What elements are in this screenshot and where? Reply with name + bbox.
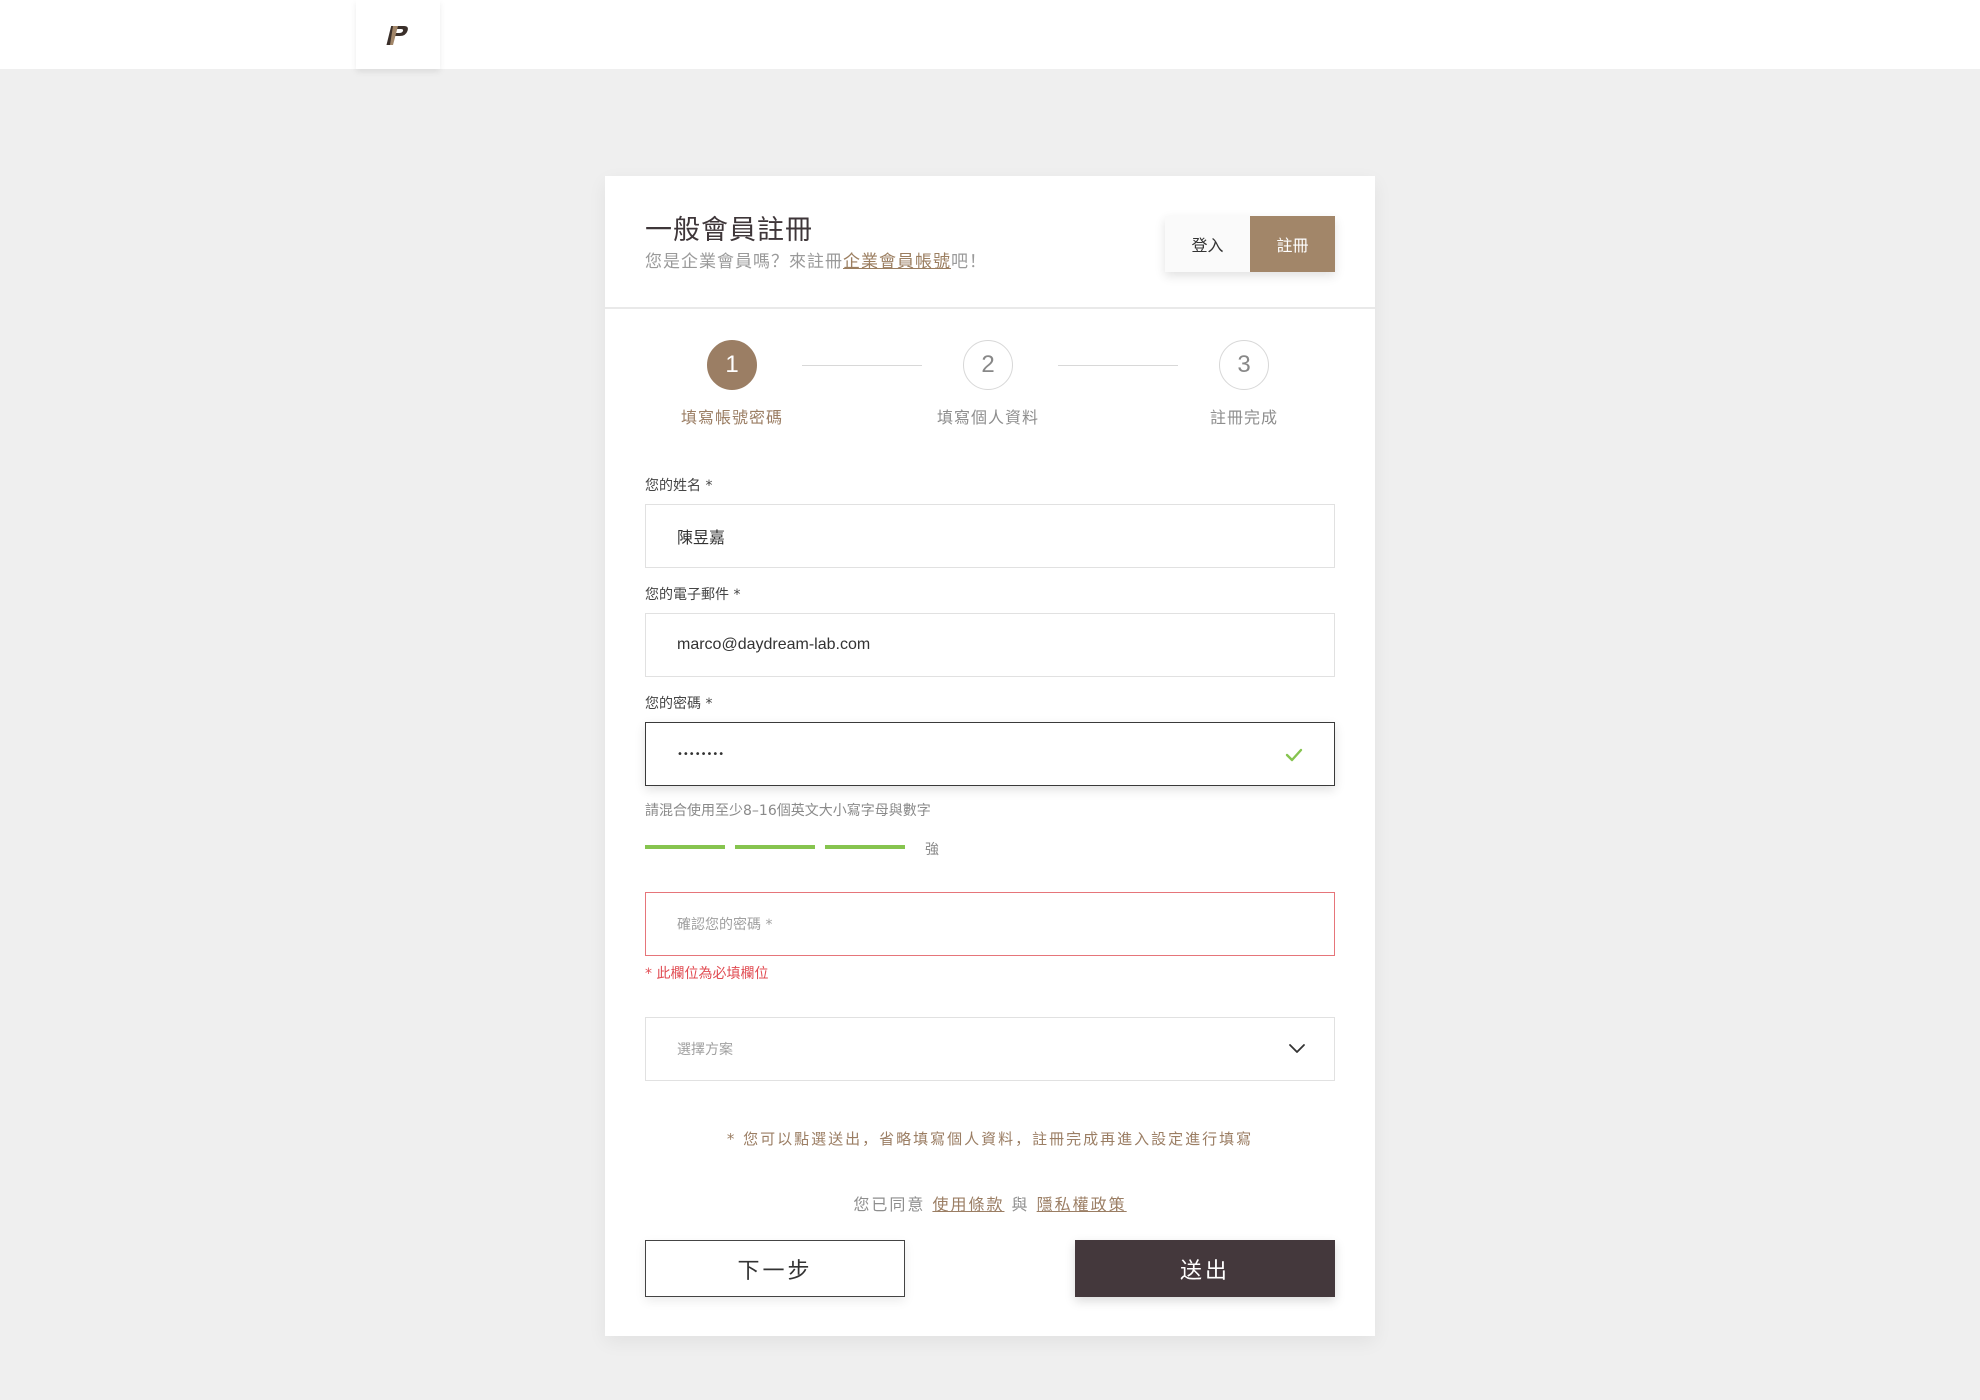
login-tab[interactable]: 登入 [1165,216,1250,272]
chevron-down-icon [1289,1044,1305,1053]
page-subtitle: 您是企業會員嗎？來註冊企業會員帳號吧！ [645,247,987,272]
step-2: 2 填寫個人資料 [913,340,1063,428]
progress-steps: 1 填寫帳號密碼 2 填寫個人資料 3 註冊完成 [605,340,1375,440]
password-label: 您的密碼 * [645,696,713,712]
password-strength-meter: 強 [645,839,1045,859]
email-field[interactable]: marco@daydream-lab.com [645,613,1335,677]
step-label: 註冊完成 [1209,408,1278,427]
plan-select[interactable]: 選擇方案 [645,1017,1335,1081]
confirm-password-placeholder: 確認您的密碼 * [677,917,773,933]
password-hint: 請混合使用至少8–16個英文大小寫字母與數字 [645,803,931,819]
name-value: 陳昱嘉 [677,528,726,547]
required-error: * 此欄位為必填欄位 [645,966,769,982]
step-3: 3 註冊完成 [1169,340,1319,428]
submit-button[interactable]: 送出 [1075,1240,1335,1297]
logo[interactable] [356,0,440,69]
step-1: 1 填寫帳號密碼 [657,340,807,428]
card-header: 一般會員註冊 您是企業會員嗎？來註冊企業會員帳號吧！ 登入 註冊 [605,176,1375,309]
register-tab[interactable]: 註冊 [1250,216,1335,272]
step-number: 3 [1219,340,1269,390]
name-label: 您的姓名 * [645,478,713,494]
strength-bar [645,845,725,849]
agreement-text: 您已同意 使用條款 與 隱私權政策 [605,1191,1375,1215]
confirm-password-field[interactable]: 確認您的密碼 * [645,892,1335,956]
password-field[interactable]: •••••••• [645,722,1335,786]
step-connector [1058,365,1178,366]
step-label: 填寫個人資料 [936,408,1039,427]
email-label: 您的電子郵件 * [645,587,741,603]
name-field[interactable]: 陳昱嘉 [645,504,1335,568]
strength-label: 強 [925,842,939,858]
strength-bar [735,845,815,849]
password-value: •••••••• [677,748,725,760]
page-title: 一般會員註冊 [645,215,813,246]
subtitle-prefix: 您是企業會員嗎？來註冊 [645,252,843,272]
plan-placeholder: 選擇方案 [677,1042,733,1058]
step-number: 1 [707,340,757,390]
check-icon [1285,748,1303,762]
business-account-link[interactable]: 企業會員帳號 [843,252,951,272]
privacy-link[interactable]: 隱私權政策 [1037,1195,1127,1214]
top-bar [0,0,1980,69]
terms-link[interactable]: 使用條款 [932,1195,1004,1214]
agree-prefix: 您已同意 [853,1195,926,1214]
next-step-button[interactable]: 下一步 [645,1240,905,1297]
step-label: 填寫帳號密碼 [680,408,783,427]
register-card: 一般會員註冊 您是企業會員嗎？來註冊企業會員帳號吧！ 登入 註冊 1 填寫帳號密… [605,176,1375,1336]
subtitle-suffix: 吧！ [951,252,987,272]
login-register-toggle: 登入 註冊 [1165,216,1335,272]
skip-note: * 您可以點選送出，省略填寫個人資料，註冊完成再進入設定進行填寫 [726,1130,1254,1148]
step-connector [802,365,922,366]
strength-bar [825,845,905,849]
email-value: marco@daydream-lab.com [677,636,871,653]
logo-icon [386,25,408,45]
step-number: 2 [963,340,1013,390]
agree-and: 與 [1011,1195,1030,1214]
